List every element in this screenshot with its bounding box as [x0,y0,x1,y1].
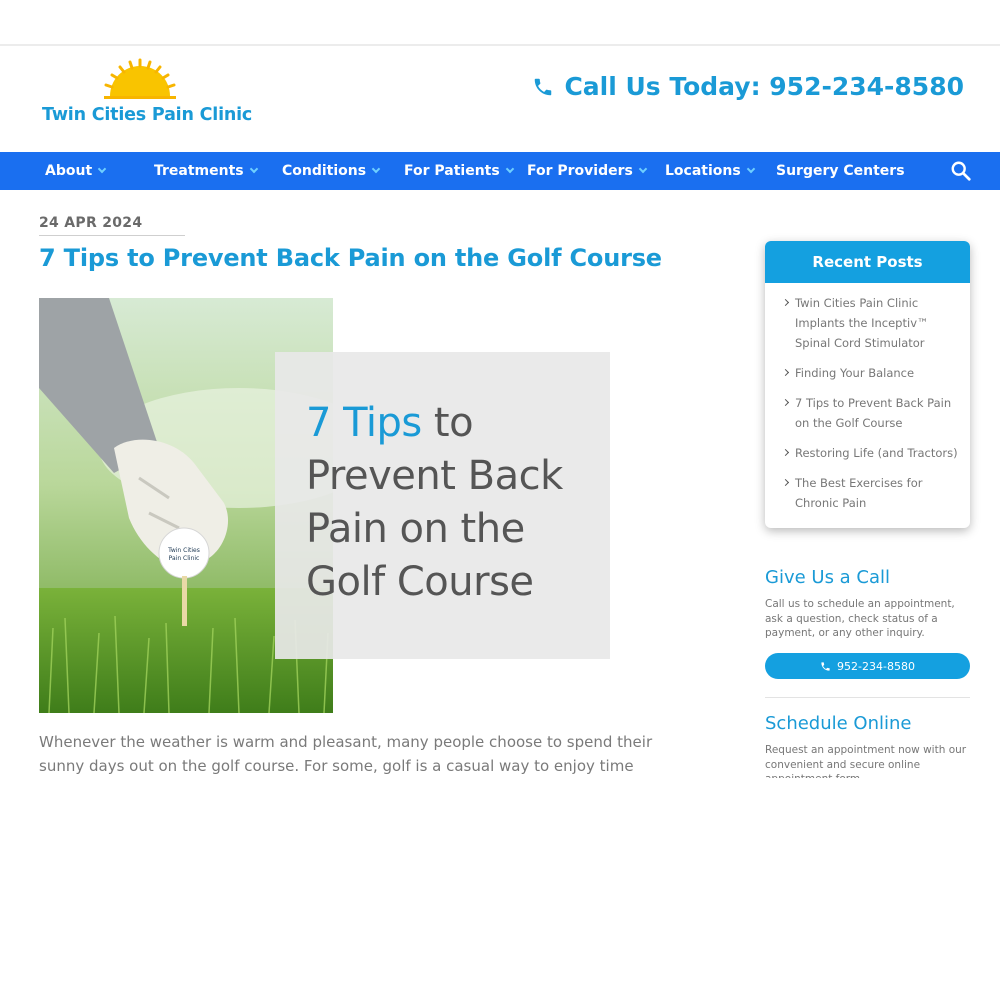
nav-item-surgery-centers[interactable]: Surgery Centers [776,152,905,190]
recent-post-link[interactable]: 7 Tips to Prevent Back Pain on the Golf … [783,393,958,433]
top-strip [0,0,1000,46]
recent-posts-title: Recent Posts [765,241,970,283]
post-featured-image: Twin Cities Pain Clinic 7 Tips to Preven… [39,298,611,713]
site-header: Twin Cities Pain Clinic Call Us Today: 9… [0,46,1000,152]
recent-posts-widget: Recent Posts Twin Cities Pain Clinic Imp… [765,241,970,528]
give-us-a-call-heading: Give Us a Call [765,567,891,588]
chevron-down-icon [249,164,258,174]
chevron-down-icon [638,164,648,174]
recent-post-link[interactable]: Twin Cities Pain Clinic Implants the Inc… [783,293,958,353]
sidebar-divider [765,697,970,698]
give-us-a-call-text: Call us to schedule an appointment, ask … [765,598,955,639]
nav-label: Treatments [154,163,244,179]
nav-label: Conditions [282,163,367,179]
nav-item-for-patients[interactable]: For Patients [404,152,514,190]
call-us-link[interactable]: Call Us Today: 952-234-8580 [532,72,964,101]
nav-item-for-providers[interactable]: For Providers [527,152,648,190]
overlay-line-4: Golf Course [306,559,534,605]
golf-ball-logo-text: Twin Cities [167,547,200,554]
nav-label: For Patients [404,163,500,179]
svg-text:Pain Clinic: Pain Clinic [169,555,200,562]
overlay-line-1: 7 Tips to [306,400,474,446]
nav-item-locations[interactable]: Locations [665,152,755,190]
date-divider [39,235,185,236]
chevron-down-icon [505,164,514,174]
nav-item-conditions[interactable]: Conditions [282,152,381,190]
recent-post-link[interactable]: Finding Your Balance [783,363,958,383]
recent-post-link[interactable]: The Best Exercises for Chronic Pain [783,473,958,513]
chevron-down-icon [371,164,381,174]
body-line: Whenever the weather is warm and pleasan… [39,733,653,751]
logo-text: Twin Cities Pain Clinic [42,105,253,125]
chevron-down-icon [97,164,107,174]
nav-label: For Providers [527,163,633,179]
overlay-rest: to [421,400,474,446]
overlay-line-3: Pain on the [306,506,525,552]
nav-item-about[interactable]: About [45,152,107,190]
recent-posts-list: Twin Cities Pain Clinic Implants the Inc… [765,283,970,513]
main-nav: About Treatments Conditions For Patients… [0,152,1000,190]
clinic-logo[interactable]: Twin Cities Pain Clinic [42,56,252,125]
call-button-label: 952-234-8580 [837,659,915,673]
call-us-text: Call Us Today: 952-234-8580 [564,72,964,101]
page-cutoff [0,778,1000,1000]
image-title-overlay: 7 Tips to Prevent Back Pain on the Golf … [275,352,610,659]
nav-label: About [45,163,93,179]
overlay-line-2: Prevent Back [306,453,563,499]
search-icon[interactable] [950,160,972,182]
call-phone-button[interactable]: 952-234-8580 [765,653,970,679]
nav-item-treatments[interactable]: Treatments [154,152,258,190]
post-date: 24 APR 2024 [39,215,143,231]
sun-logo-icon [104,58,176,99]
overlay-accent: 7 Tips [306,400,422,446]
phone-icon [535,78,552,95]
schedule-online-heading: Schedule Online [765,713,912,734]
phone-icon [821,661,830,671]
recent-post-link[interactable]: Restoring Life (and Tractors) [783,443,958,463]
chevron-down-icon [746,164,755,174]
post-title: 7 Tips to Prevent Back Pain on the Golf … [39,244,662,272]
nav-label: Locations [665,163,741,179]
nav-label: Surgery Centers [776,163,905,179]
